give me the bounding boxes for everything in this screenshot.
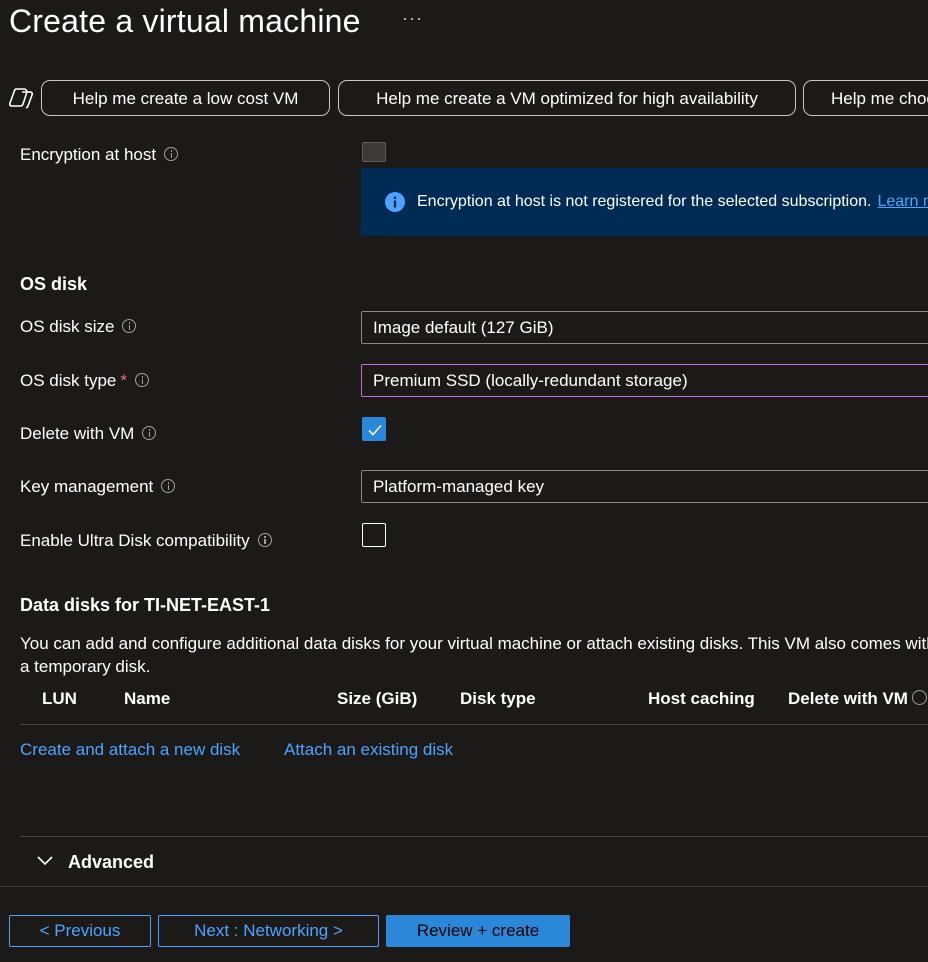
delete-with-vm-label: Delete with VM	[20, 424, 135, 443]
ultra-disk-label: Enable Ultra Disk compatibility	[20, 531, 250, 550]
column-header-delete-with-vm-label: Delete with VM	[788, 689, 908, 708]
checkmark-icon	[368, 425, 382, 436]
info-icon[interactable]	[164, 146, 179, 161]
prompt-low-cost-vm-button[interactable]: Help me create a low cost VM	[41, 80, 330, 116]
prompt-choose-vm-size-button[interactable]: Help me choose the right VM size for my …	[803, 80, 928, 116]
column-header-size: Size (GiB)	[337, 689, 418, 708]
os-disk-type-dropdown[interactable]: Premium SSD (locally-redundant storage)	[361, 364, 928, 397]
os-disk-size-dropdown[interactable]: Image default (127 GiB)	[361, 311, 928, 344]
copilot-icon	[9, 88, 34, 109]
encryption-at-host-checkbox	[362, 142, 386, 162]
create-vm-page: Create a virtual machine ··· Help me cre…	[0, 0, 928, 962]
required-marker: *	[120, 371, 127, 390]
info-filled-icon	[385, 192, 405, 212]
os-disk-size-label: OS disk size	[20, 317, 115, 336]
table-header-divider	[20, 724, 928, 725]
info-icon[interactable]	[142, 425, 157, 440]
info-icon[interactable]	[257, 532, 272, 547]
previous-button[interactable]: < Previous	[9, 915, 151, 947]
encryption-notice: Encryption at host is not registered for…	[361, 168, 928, 236]
os-disk-heading: OS disk	[20, 274, 88, 294]
data-disks-heading: Data disks for TI-NET-EAST-1	[20, 595, 271, 615]
advanced-label: Advanced	[68, 852, 155, 872]
column-header-host-caching: Host caching	[648, 689, 755, 708]
encryption-at-host-row: Encryption at host	[20, 145, 179, 165]
column-header-delete-with-vm: Delete with VM	[788, 689, 927, 709]
info-icon[interactable]	[135, 372, 149, 387]
review-create-button[interactable]: Review + create	[386, 915, 570, 947]
encryption-at-host-label: Encryption at host	[20, 145, 157, 164]
create-attach-new-disk-link[interactable]: Create and attach a new disk	[20, 740, 240, 760]
column-header-disk-type: Disk type	[460, 689, 536, 708]
data-disks-description: You can add and configure additional dat…	[20, 634, 928, 676]
os-disk-type-row: OS disk type *	[20, 371, 149, 391]
info-icon[interactable]	[911, 690, 927, 706]
advanced-section-toggle[interactable]: Advanced	[36, 852, 154, 873]
page-title: Create a virtual machine	[9, 3, 361, 39]
os-disk-size-row: OS disk size	[20, 317, 137, 337]
column-header-lun: LUN	[42, 689, 77, 708]
next-networking-button[interactable]: Next : Networking >	[158, 915, 379, 947]
key-management-label: Key management	[20, 477, 154, 496]
chevron-down-icon	[37, 856, 53, 866]
column-header-name: Name	[124, 689, 171, 708]
os-disk-type-label: OS disk type	[20, 371, 117, 390]
ultra-disk-row: Enable Ultra Disk compatibility	[20, 531, 272, 551]
ultra-disk-checkbox[interactable]	[362, 523, 386, 547]
prompt-high-availability-button[interactable]: Help me create a VM optimized for high a…	[338, 80, 796, 116]
key-management-dropdown[interactable]: Platform-managed key	[361, 470, 928, 503]
learn-more-link[interactable]: Learn more	[877, 193, 928, 210]
key-management-row: Key management	[20, 477, 176, 497]
more-actions-button[interactable]: ···	[402, 8, 423, 29]
info-icon[interactable]	[122, 318, 137, 333]
info-icon[interactable]	[161, 478, 176, 493]
footer-divider	[0, 886, 928, 887]
attach-existing-disk-link[interactable]: Attach an existing disk	[284, 740, 453, 760]
encryption-notice-text: Encryption at host is not registered for…	[417, 193, 872, 210]
advanced-divider	[20, 836, 928, 837]
delete-with-vm-row: Delete with VM	[20, 424, 157, 444]
delete-with-vm-checkbox[interactable]	[362, 417, 386, 441]
